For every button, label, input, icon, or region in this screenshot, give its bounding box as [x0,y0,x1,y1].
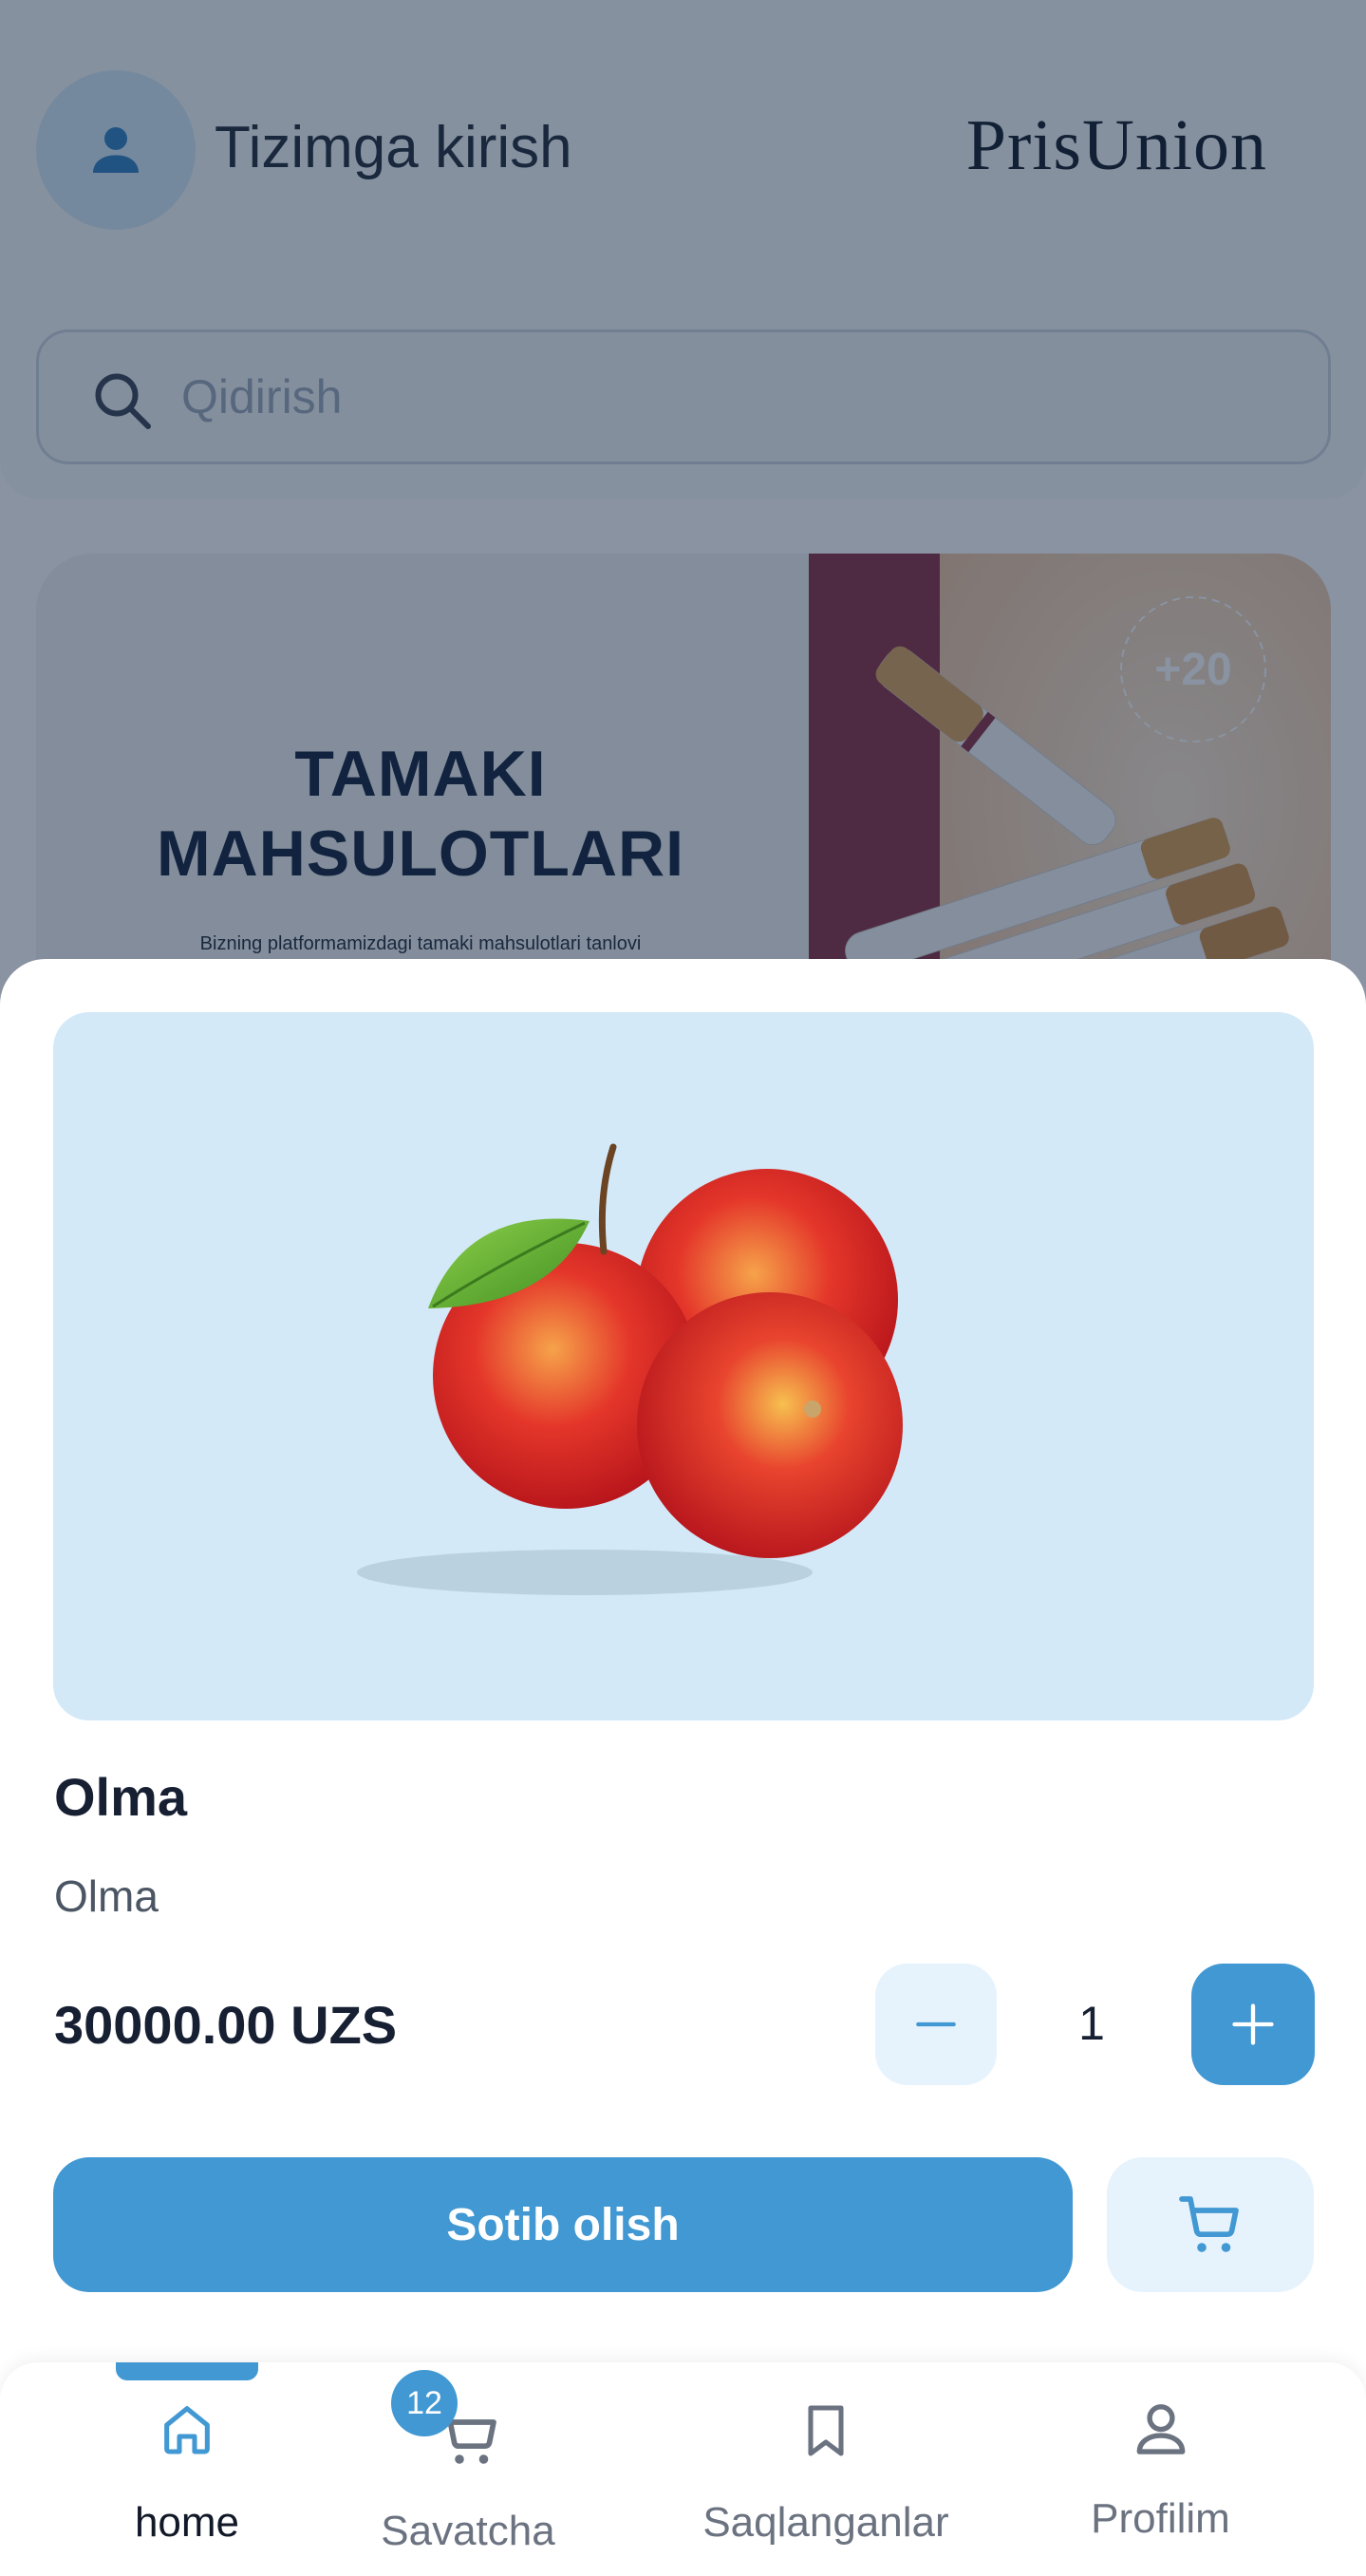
quantity-decrease-button[interactable] [875,1964,997,2085]
nav-item-home[interactable]: home [92,2362,282,2576]
plus-icon [1232,2003,1274,2045]
quantity-increase-button[interactable] [1191,1964,1315,2085]
product-bottom-sheet: Olma Olma 30000.00 UZS 1 Sotib olish [0,959,1366,2576]
product-title: Olma [54,1767,188,1827]
nav-label-home: home [134,2499,240,2546]
bookmark-icon [808,2405,844,2456]
apples-image [357,1143,903,1595]
quantity-value: 1 [1078,1997,1105,2050]
user-icon [1136,2404,1185,2454]
cart-count-badge: 12 [391,2370,458,2436]
add-to-cart-button[interactable] [1107,2157,1314,2292]
nav-label-saved: Saqlanganlar [702,2499,949,2546]
nav-label-cart: Savatcha [381,2508,555,2554]
bottom-navigation: home Savatcha Saqlanganlar Profilim [0,2362,1366,2576]
home-icon [164,2406,210,2454]
product-image [53,1012,1314,1720]
nav-item-profile[interactable]: Profilim [1063,2362,1258,2576]
product-price: 30000.00 UZS [54,1995,398,2055]
minus-icon [916,2021,956,2027]
cart-icon [1179,2196,1239,2252]
product-description: Olma [54,1871,159,1921]
buy-button[interactable]: Sotib olish [53,2157,1073,2292]
nav-item-saved[interactable]: Saqlanganlar [683,2362,968,2576]
nav-label-profile: Profilim [1091,2495,1230,2542]
